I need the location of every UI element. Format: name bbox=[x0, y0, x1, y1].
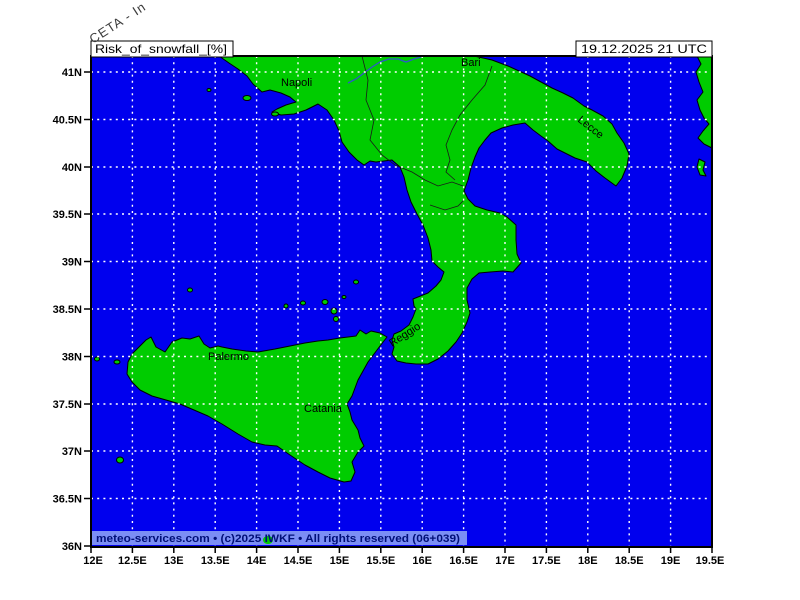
lat-label: 41N bbox=[62, 67, 82, 79]
city-label-bari: Bari bbox=[461, 57, 481, 69]
lat-label: 36.5N bbox=[53, 494, 82, 506]
island-alicudi bbox=[283, 303, 289, 309]
lat-label: 38.5N bbox=[53, 304, 82, 316]
header-strip: Risk_of_snowfall_[%] 19.12.2025 21 UTC bbox=[90, 40, 713, 58]
island-ustica bbox=[187, 287, 193, 293]
island-salina bbox=[321, 299, 329, 305]
lon-label: 17.5E bbox=[532, 555, 561, 567]
city-label-palermo: Palermo bbox=[208, 351, 249, 363]
island-ventotene bbox=[206, 88, 212, 92]
lat-label: 40.5N bbox=[53, 115, 82, 127]
island-panarea bbox=[341, 295, 347, 299]
lon-label: 12E bbox=[83, 555, 103, 567]
lon-label: 19E bbox=[661, 555, 681, 567]
lon-label: 15.5E bbox=[366, 555, 395, 567]
lon-label: 18.5E bbox=[615, 555, 644, 567]
lon-label: 14E bbox=[247, 555, 267, 567]
island-ischia bbox=[242, 95, 252, 101]
diagonal-watermark: CETA - In bbox=[86, 0, 148, 47]
lat-label: 38N bbox=[62, 352, 82, 364]
map-datetime: 19.12.2025 21 UTC bbox=[581, 42, 707, 56]
lat-label: 40N bbox=[62, 162, 82, 174]
lon-label: 17E bbox=[495, 555, 515, 567]
lon-label: 13.5E bbox=[201, 555, 230, 567]
lon-label: 19.5E bbox=[696, 555, 725, 567]
lon-label: 14.5E bbox=[284, 555, 313, 567]
weather-map-figure: Napoli Bari Lecce Reggio Palermo Catania… bbox=[53, 0, 725, 567]
lat-label: 36N bbox=[62, 541, 82, 553]
lon-label: 12.5E bbox=[118, 555, 147, 567]
island-pantelleria bbox=[116, 456, 124, 464]
island-stromboli bbox=[353, 279, 359, 285]
lon-label: 18E bbox=[578, 555, 598, 567]
lat-label: 37N bbox=[62, 446, 82, 458]
lon-label: 16E bbox=[412, 555, 432, 567]
island-favignana bbox=[113, 359, 121, 365]
footer-watermark-text: meteo-services.com • (c)2025 IWKF • All … bbox=[96, 533, 460, 545]
lon-label: 16.5E bbox=[449, 555, 478, 567]
lon-label: 13E bbox=[164, 555, 184, 567]
island-vulcano bbox=[333, 316, 339, 322]
lat-label: 37.5N bbox=[53, 399, 82, 411]
lat-label: 39.5N bbox=[53, 209, 82, 221]
lat-axis-labels: 41N 40.5N 40N 39.5N 39N 38.5N 38N 37.5N … bbox=[53, 67, 82, 553]
island-marettimo bbox=[94, 356, 100, 362]
map-title: Risk_of_snowfall_[%] bbox=[95, 42, 227, 56]
footer-watermark: meteo-services.com • (c)2025 IWKF • All … bbox=[92, 531, 467, 545]
city-label-catania: Catania bbox=[304, 403, 343, 415]
city-label-napoli: Napoli bbox=[281, 77, 312, 89]
lon-axis-labels: 12E 12.5E 13E 13.5E 14E 14.5E 15E 15.5E … bbox=[83, 555, 724, 567]
lat-label: 39N bbox=[62, 257, 82, 269]
island-filicudi bbox=[300, 300, 306, 306]
lon-label: 15E bbox=[330, 555, 350, 567]
island-capri bbox=[271, 111, 279, 117]
